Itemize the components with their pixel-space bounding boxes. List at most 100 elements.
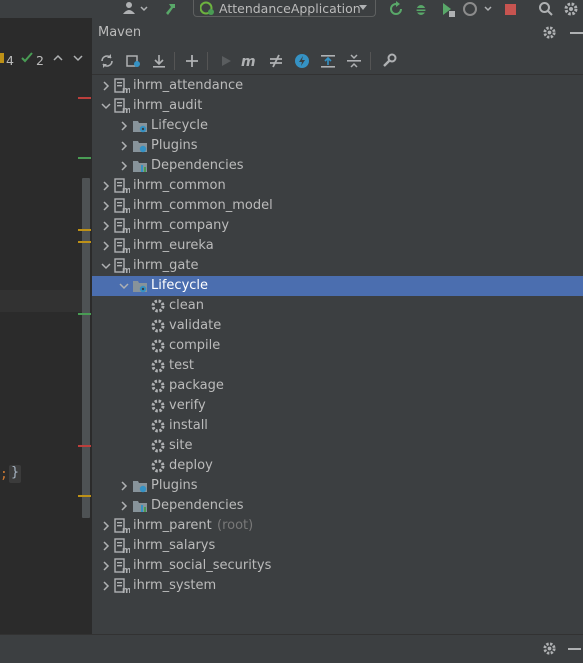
chevron-right-icon[interactable] [98,518,114,534]
settings-gear-icon[interactable] [542,641,557,660]
tree-item-label: site [169,438,193,453]
settings-wrench-icon[interactable] [379,51,399,71]
profiler-icon[interactable] [463,0,493,18]
chevron-down-icon[interactable] [98,258,114,274]
editor-area[interactable]: 4 2 ; } [0,18,91,634]
chevron-right-icon[interactable] [116,158,132,174]
tree-item-ihrm-social-securitys[interactable]: m ihrm_social_securitys [92,556,583,576]
tree-item-label: ihrm_salarys [133,538,216,553]
check-icon [20,51,34,68]
gear-icon [150,318,166,334]
tree-item-ihrm-company[interactable]: m ihrm_company [92,216,583,236]
ok-stripe-mark[interactable] [78,313,91,315]
download-icon[interactable] [149,51,169,71]
tree-item-site[interactable]: site [92,436,583,456]
run-with-coverage-icon[interactable] [440,0,456,18]
stop-icon[interactable] [505,0,516,18]
chevron-right-icon[interactable] [98,238,114,254]
tree-item-ihrm-common-model[interactable]: m ihrm_common_model [92,196,583,216]
hide-panel-icon[interactable] [570,25,583,44]
tree-item-ihrm-attendance[interactable]: m ihrm_attendance [92,76,583,96]
skip-tests-icon[interactable] [292,51,312,71]
toggle-offline-icon[interactable] [266,51,286,71]
tree-item-lifecycle[interactable]: Lifecycle [92,276,583,296]
collapse-all-icon[interactable] [344,51,364,71]
tree-item-ihrm-parent[interactable]: m ihrm_parent (root) [92,516,583,536]
chevron-up-icon[interactable] [52,51,64,68]
dependencies-folder-icon [132,498,148,514]
svg-text:m: m [122,566,130,574]
tree-item-plugins[interactable]: Plugins [92,476,583,496]
tree-item-label: Lifecycle [151,118,209,133]
search-icon[interactable] [538,0,554,18]
gear-icon [150,398,166,414]
tree-item-label: Dependencies [151,158,244,173]
tree-item-label: deploy [169,458,213,473]
rerun-icon[interactable] [388,0,404,18]
chevron-right-icon[interactable] [116,498,132,514]
execute-goal-icon[interactable]: m [240,51,260,71]
maven-module-icon: m [114,538,131,556]
tree-item-dependencies[interactable]: Dependencies [92,496,583,516]
warning-stripe-mark[interactable] [78,241,91,243]
error-stripe-mark[interactable] [78,97,91,99]
tree-item-test[interactable]: test [92,356,583,376]
chevron-right-icon[interactable] [98,218,114,234]
ok-stripe-mark[interactable] [78,157,91,159]
show-dependencies-icon[interactable] [318,51,338,71]
reload-icon[interactable] [97,51,117,71]
tree-item-ihrm-common[interactable]: m ihrm_common [92,176,583,196]
chevron-right-icon[interactable] [98,578,114,594]
tree-item-lifecycle[interactable]: Lifecycle [92,116,583,136]
debug-bug-icon[interactable] [413,0,429,18]
chevron-right-icon[interactable] [116,138,132,154]
maven-module-icon: m [114,578,131,596]
inspection-status[interactable]: 4 2 [0,18,91,68]
chevron-right-icon[interactable] [116,478,132,494]
maven-module-icon: m [114,198,131,216]
svg-text:m: m [122,266,130,274]
tree-item-clean[interactable]: clean [92,296,583,316]
chevron-right-icon[interactable] [98,538,114,554]
tree-item-compile[interactable]: compile [92,336,583,356]
code-semicolon: ; [0,467,8,482]
run-icon[interactable] [216,51,236,71]
tree-item-verify[interactable]: verify [92,396,583,416]
maven-module-icon: m [114,218,131,236]
chevron-right-icon[interactable] [98,198,114,214]
generate-sources-icon[interactable] [123,51,143,71]
tree-item-label: validate [169,318,222,333]
tree-item-dependencies[interactable]: Dependencies [92,156,583,176]
tree-item-ihrm-salarys[interactable]: m ihrm_salarys [92,536,583,556]
add-icon[interactable] [182,51,202,71]
tree-item-plugins[interactable]: Plugins [92,136,583,156]
chevron-right-icon[interactable] [98,558,114,574]
bottom-tool-bar [0,634,583,663]
chevron-down-icon[interactable] [116,278,132,294]
chevron-right-icon[interactable] [98,178,114,194]
tree-item-label: Plugins [151,138,198,153]
tree-item-deploy[interactable]: deploy [92,456,583,476]
tree-item-ihrm-gate[interactable]: m ihrm_gate [92,256,583,276]
tree-item-ihrm-system[interactable]: m ihrm_system [92,576,583,596]
settings-gear-icon[interactable] [563,0,579,18]
tree-item-validate[interactable]: validate [92,316,583,336]
warning-stripe-mark[interactable] [78,495,91,497]
gear-icon [150,358,166,374]
chevron-right-icon[interactable] [116,118,132,134]
main-toolbar: AttendanceApplication [0,0,583,18]
error-stripe-mark[interactable] [78,445,91,447]
run-configuration-select[interactable]: AttendanceApplication [193,0,376,17]
chevron-down-icon[interactable] [98,98,114,114]
tree-item-install[interactable]: install [92,416,583,436]
tree-item-ihrm-eureka[interactable]: m ihrm_eureka [92,236,583,256]
warning-stripe-mark[interactable] [78,229,91,231]
chevron-right-icon[interactable] [98,78,114,94]
settings-gear-icon[interactable] [542,25,557,44]
user-account-icon[interactable] [122,0,148,18]
build-hammer-icon[interactable] [166,0,182,18]
tree-item-ihrm-audit[interactable]: m ihrm_audit [92,96,583,116]
tree-item-package[interactable]: package [92,376,583,396]
chevron-down-icon[interactable] [72,51,84,68]
hide-panel-icon[interactable] [568,641,581,660]
